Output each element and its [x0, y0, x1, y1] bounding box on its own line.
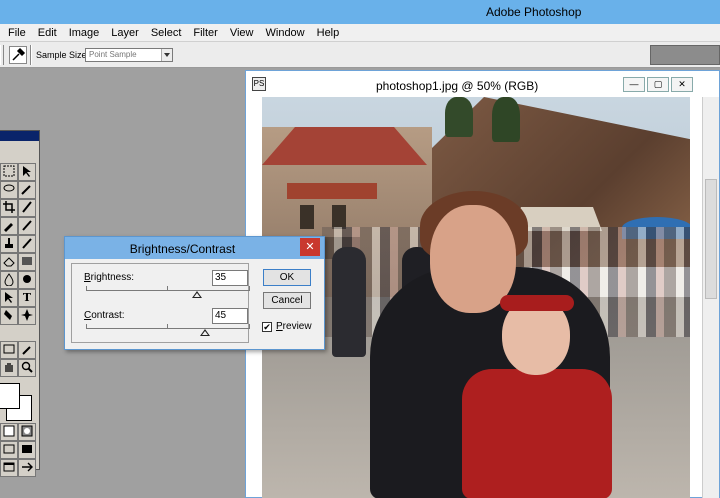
document-icon: PS [252, 77, 266, 91]
cancel-button[interactable]: Cancel [263, 292, 311, 309]
eraser-icon[interactable] [0, 253, 18, 271]
contrast-slider-track[interactable] [86, 328, 250, 329]
photo-person [332, 247, 366, 357]
preview-label: Preview [276, 321, 312, 332]
close-button[interactable]: ✕ [671, 77, 693, 92]
document-title: photoshop1.jpg @ 50% (RGB) [376, 79, 539, 93]
menubar: File Edit Image Layer Select Filter View… [0, 24, 720, 42]
contrast-input[interactable]: 45 [212, 308, 248, 324]
maximize-button[interactable]: ▢ [647, 77, 669, 92]
crop-icon[interactable] [0, 199, 18, 217]
brightness-slider-tick [86, 286, 87, 290]
brightness-slider-track[interactable] [86, 290, 250, 291]
fullscreen-menubar-icon[interactable] [0, 459, 18, 477]
preview-label-rest: review [282, 321, 312, 332]
sample-size-select[interactable]: Point Sample [85, 48, 173, 62]
gradient-icon[interactable] [18, 253, 36, 271]
adjustment-group: Brightness: 35 Contrast: 45 [71, 263, 250, 343]
photo-tree [492, 97, 520, 142]
slice-icon[interactable] [18, 199, 36, 217]
menu-image[interactable]: Image [63, 24, 106, 42]
contrast-slider-tick [167, 324, 168, 328]
contrast-label-rest: ontrast: [91, 310, 125, 321]
brush-icon[interactable] [18, 217, 36, 235]
photo-roof [287, 183, 377, 199]
full-screen-mode-icon[interactable] [18, 441, 36, 459]
minimize-button[interactable]: — [623, 77, 645, 92]
path-select-icon[interactable] [0, 289, 18, 307]
photo-window [300, 205, 314, 229]
app-title: Adobe Photoshop [486, 5, 582, 19]
app-titlebar: Adobe Photoshop [0, 0, 720, 24]
menu-window[interactable]: Window [260, 24, 311, 42]
menu-select[interactable]: Select [145, 24, 188, 42]
clone-stamp-icon[interactable] [0, 235, 18, 253]
brightness-slider-thumb[interactable] [191, 291, 202, 298]
menu-filter[interactable]: Filter [187, 24, 223, 42]
photo-baby-headband [500, 295, 574, 311]
menu-file[interactable]: File [2, 24, 32, 42]
menu-view[interactable]: View [224, 24, 260, 42]
preview-label-key: P [276, 321, 283, 332]
menu-help[interactable]: Help [311, 24, 346, 42]
menu-edit[interactable]: Edit [32, 24, 63, 42]
standard-mode-icon[interactable] [0, 423, 18, 441]
dodge-icon[interactable] [18, 271, 36, 289]
contrast-slider-tick [249, 324, 250, 328]
vertical-scrollbar[interactable] [702, 97, 719, 498]
chevron-down-icon[interactable] [161, 49, 172, 61]
document-window-controls: — ▢ ✕ [623, 77, 693, 92]
menu-layer[interactable]: Layer [105, 24, 145, 42]
pen-icon[interactable] [0, 307, 18, 325]
type-icon[interactable]: T [18, 289, 36, 307]
magic-wand-icon[interactable] [18, 181, 36, 199]
brightness-input[interactable]: 35 [212, 270, 248, 286]
blur-icon[interactable] [0, 271, 18, 289]
contrast-label: Contrast: [84, 310, 125, 321]
brightness-slider-tick [167, 286, 168, 290]
quick-mask-icon[interactable] [18, 423, 36, 441]
image-canvas[interactable] [262, 97, 690, 498]
sample-size-label: Sample Size: [36, 50, 90, 60]
toolbox-header[interactable] [0, 131, 39, 141]
options-bar: Sample Size: Point Sample [0, 42, 720, 68]
brightness-slider-tick [249, 286, 250, 290]
toolbox: T [0, 130, 40, 477]
palette-well[interactable] [650, 45, 720, 65]
dialog-close-button[interactable]: ✕ [300, 238, 320, 256]
contrast-slider-thumb[interactable] [199, 329, 210, 336]
brightness-label-key: B [84, 272, 91, 283]
options-grip[interactable] [0, 45, 4, 65]
dialog-title: Brightness/Contrast [129, 242, 236, 256]
scrollbar-thumb[interactable] [705, 179, 717, 299]
jump-to-imageready-icon[interactable] [18, 459, 36, 477]
marquee-icon[interactable] [0, 163, 18, 181]
history-brush-icon[interactable] [18, 235, 36, 253]
healing-brush-icon[interactable] [0, 217, 18, 235]
lasso-icon[interactable] [0, 181, 18, 199]
screen-mode-icon[interactable] [0, 441, 18, 459]
preview-checkbox[interactable]: ✔ [262, 322, 272, 332]
document-titlebar[interactable]: PS photoshop1.jpg @ 50% (RGB) — ▢ ✕ [246, 71, 719, 97]
photo-baby-body [462, 369, 612, 498]
brightness-contrast-dialog: Brightness/Contrast ✕ Brightness: 35 Con… [64, 236, 325, 350]
eyedropper-icon[interactable] [9, 46, 27, 64]
shape-icon[interactable] [18, 307, 36, 325]
move-icon[interactable] [18, 163, 36, 181]
brightness-label-rest: rightness: [90, 272, 135, 283]
notes-icon[interactable] [0, 341, 18, 359]
contrast-slider-tick [86, 324, 87, 328]
photo-window [332, 205, 346, 229]
sample-size-value: Point Sample [89, 50, 137, 59]
ok-button[interactable]: OK [263, 269, 311, 286]
foreground-color-swatch[interactable] [0, 383, 20, 409]
dialog-titlebar[interactable]: Brightness/Contrast ✕ [65, 237, 324, 259]
photo-roof [262, 127, 427, 165]
toolbox-eyedropper-icon[interactable] [18, 341, 36, 359]
brightness-label: Brightness: [84, 272, 134, 283]
photo-tree [445, 97, 473, 137]
options-separator [30, 45, 32, 65]
hand-icon[interactable] [0, 359, 18, 377]
zoom-icon[interactable] [18, 359, 36, 377]
